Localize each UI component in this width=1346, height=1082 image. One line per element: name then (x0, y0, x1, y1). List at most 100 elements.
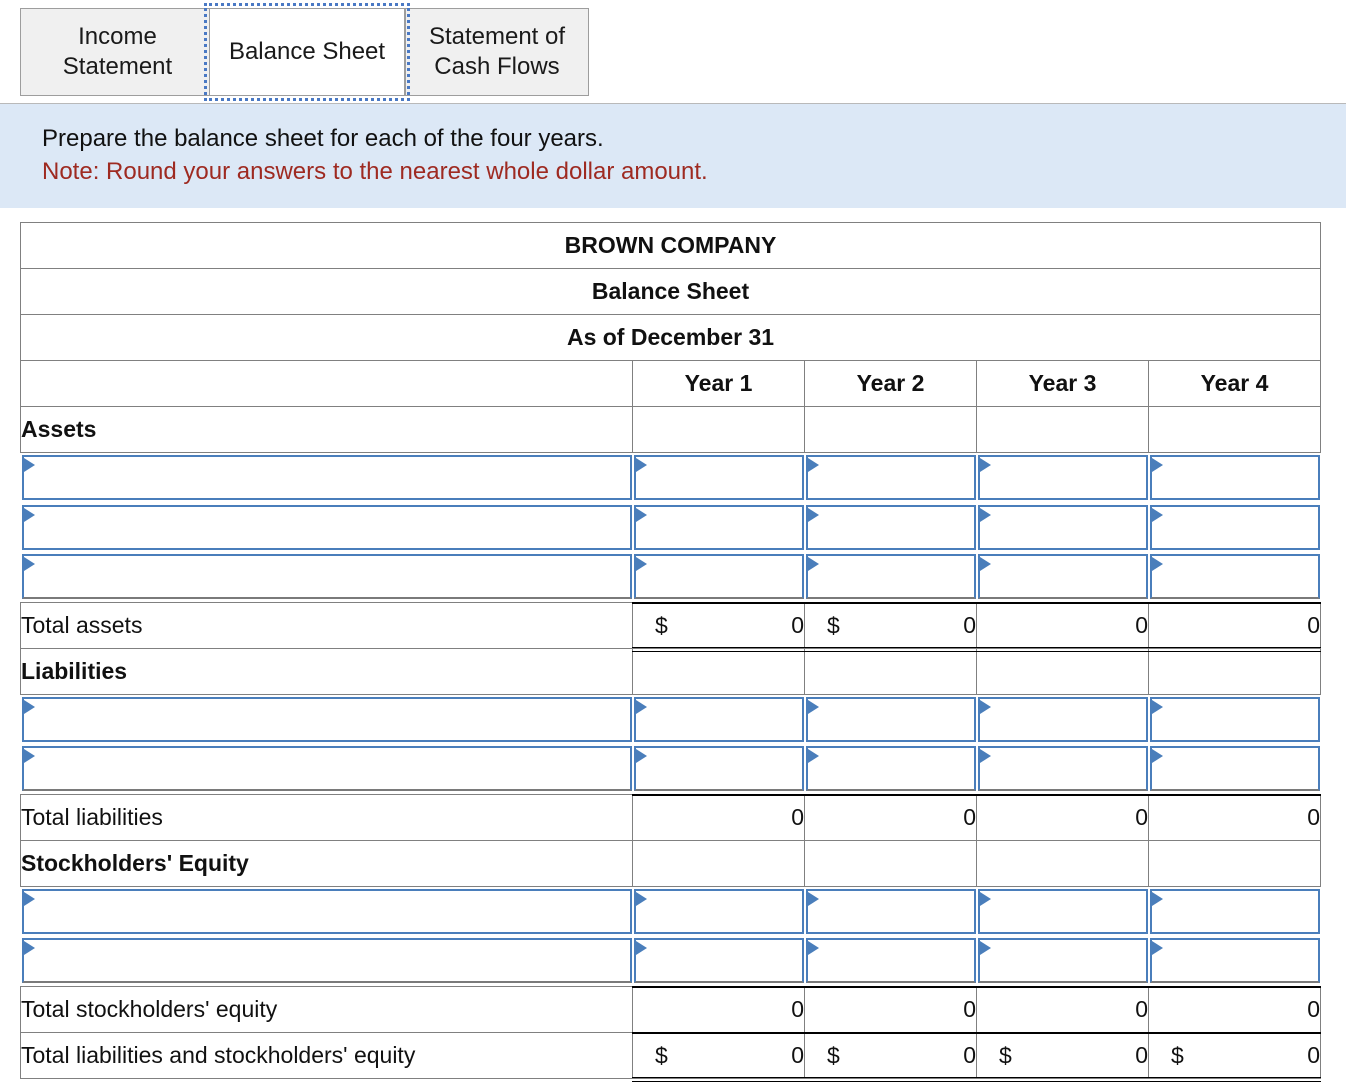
amount-input-1-0-year1[interactable] (633, 696, 804, 742)
amount-input-cell[interactable] (976, 694, 1149, 745)
tab-income-statement[interactable]: Income Statement (20, 8, 215, 96)
section-blank-cell (1147, 840, 1322, 887)
amount-input-0-0-year4[interactable] (1149, 454, 1320, 500)
amount-input-cell[interactable] (632, 502, 805, 553)
amount-input-2-0-year2[interactable] (805, 888, 976, 934)
total-stockholders-equity-year-4: 0 (1147, 985, 1322, 1033)
dropdown-triangle-icon (635, 557, 647, 571)
amount-input-0-0-year3[interactable] (977, 454, 1148, 500)
amount-input-cell[interactable] (1148, 936, 1321, 987)
tab-balance-sheet[interactable]: Balance Sheet (204, 3, 410, 101)
amount-input-cell[interactable] (804, 452, 977, 503)
account-select-cell[interactable] (20, 694, 633, 745)
balance-sheet-container: BROWN COMPANY Balance Sheet As of December… (0, 208, 1346, 1082)
amount-input-1-0-year4[interactable] (1149, 696, 1320, 742)
account-name-select-0-2[interactable] (21, 554, 632, 600)
amount-input-cell[interactable] (976, 552, 1149, 603)
amount-input-0-2-year4[interactable] (1149, 554, 1320, 599)
total-assets-value-1: 0 (791, 612, 804, 639)
total-assets-label: Total assets (20, 602, 633, 649)
amount-input-2-1-year3[interactable] (977, 938, 1148, 983)
amount-input-cell[interactable] (632, 744, 805, 795)
currency-symbol: $ (827, 612, 840, 639)
amount-input-1-1-year4[interactable] (1149, 746, 1320, 791)
dropdown-triangle-icon (807, 699, 819, 714)
amount-input-0-1-year3[interactable] (977, 504, 1148, 550)
amount-input-0-2-year2[interactable] (805, 554, 976, 599)
amount-input-cell[interactable] (1148, 744, 1321, 795)
amount-input-0-1-year4[interactable] (1149, 504, 1320, 550)
input-row (20, 552, 1321, 603)
section-heading-1: Liabilities (20, 648, 633, 695)
account-name-select-2-0[interactable] (21, 888, 632, 934)
account-select-cell[interactable] (20, 452, 633, 503)
amount-input-1-1-year3[interactable] (977, 746, 1148, 791)
amount-input-2-0-year4[interactable] (1149, 888, 1320, 934)
amount-input-0-1-year2[interactable] (805, 504, 976, 550)
amount-input-cell[interactable] (632, 694, 805, 745)
section-heading-0: Assets (20, 406, 633, 453)
amount-input-cell[interactable] (976, 886, 1149, 937)
amount-input-cell[interactable] (632, 552, 805, 603)
account-name-select-1-1[interactable] (21, 746, 632, 792)
account-name-select-2-1[interactable] (21, 938, 632, 984)
tab-statement-of-cash-flows[interactable]: Statement of Cash Flows (405, 8, 589, 96)
amount-input-0-0-year1[interactable] (633, 454, 804, 500)
amount-input-cell[interactable] (976, 744, 1149, 795)
amount-input-cell[interactable] (804, 552, 977, 603)
dropdown-triangle-icon (23, 699, 35, 714)
amount-input-0-0-year2[interactable] (805, 454, 976, 500)
input-row (20, 744, 1321, 795)
currency-symbol: $ (999, 1042, 1012, 1069)
amount-input-2-1-year4[interactable] (1149, 938, 1320, 983)
amount-input-cell[interactable] (804, 744, 977, 795)
amount-input-0-2-year3[interactable] (977, 554, 1148, 599)
total-liabilities-year-2: 0 (804, 793, 977, 841)
currency-symbol: $ (1171, 1042, 1184, 1069)
amount-input-cell[interactable] (976, 452, 1149, 503)
account-select-cell[interactable] (20, 744, 633, 795)
amount-input-1-0-year2[interactable] (805, 696, 976, 742)
total-stockholders-equity-row: Total stockholders' equity 0 0 0 0 (20, 985, 1322, 1033)
amount-input-0-1-year1[interactable] (633, 504, 804, 550)
amount-input-cell[interactable] (1148, 552, 1321, 603)
amount-input-cell[interactable] (804, 694, 977, 745)
amount-input-cell[interactable] (976, 502, 1149, 553)
amount-input-cell[interactable] (1148, 502, 1321, 553)
total-stockholders-equity-value-3: 0 (1135, 996, 1148, 1022)
amount-input-2-0-year1[interactable] (633, 888, 804, 934)
amount-input-2-0-year3[interactable] (977, 888, 1148, 934)
amount-input-1-0-year3[interactable] (977, 696, 1148, 742)
amount-input-1-1-year1[interactable] (633, 746, 804, 791)
total-liabilities-year-3: 0 (976, 793, 1149, 841)
amount-input-cell[interactable] (976, 936, 1149, 987)
amount-input-cell[interactable] (632, 886, 805, 937)
amount-input-cell[interactable] (804, 886, 977, 937)
amount-input-cell[interactable] (804, 936, 977, 987)
section-blank-cell (976, 840, 1149, 887)
total-liabilities-year-4: 0 (1147, 793, 1322, 841)
amount-input-1-1-year2[interactable] (805, 746, 976, 791)
amount-input-cell[interactable] (1148, 886, 1321, 937)
amount-input-2-1-year2[interactable] (805, 938, 976, 983)
amount-input-cell[interactable] (632, 452, 805, 503)
account-name-select-0-1[interactable] (21, 504, 632, 550)
account-select-cell[interactable] (20, 886, 633, 937)
amount-input-cell[interactable] (632, 936, 805, 987)
total-stockholders-equity-year-1: 0 (632, 985, 805, 1033)
account-select-cell[interactable] (20, 502, 633, 553)
currency-symbol: $ (827, 1042, 840, 1069)
dropdown-triangle-icon (23, 457, 35, 472)
account-name-select-1-0[interactable] (21, 696, 632, 742)
input-row (20, 936, 1321, 987)
account-select-cell[interactable] (20, 552, 633, 603)
account-select-cell[interactable] (20, 936, 633, 987)
amount-input-cell[interactable] (1148, 694, 1321, 745)
amount-input-2-1-year1[interactable] (633, 938, 804, 983)
account-name-select-0-0[interactable] (21, 454, 632, 500)
amount-input-cell[interactable] (804, 502, 977, 553)
total-liabilities-and-stockholders-equity-label: Total liabilities and stockholders' equi… (20, 1032, 633, 1079)
amount-input-0-2-year1[interactable] (633, 554, 804, 599)
dropdown-triangle-icon (979, 749, 991, 763)
amount-input-cell[interactable] (1148, 452, 1321, 503)
